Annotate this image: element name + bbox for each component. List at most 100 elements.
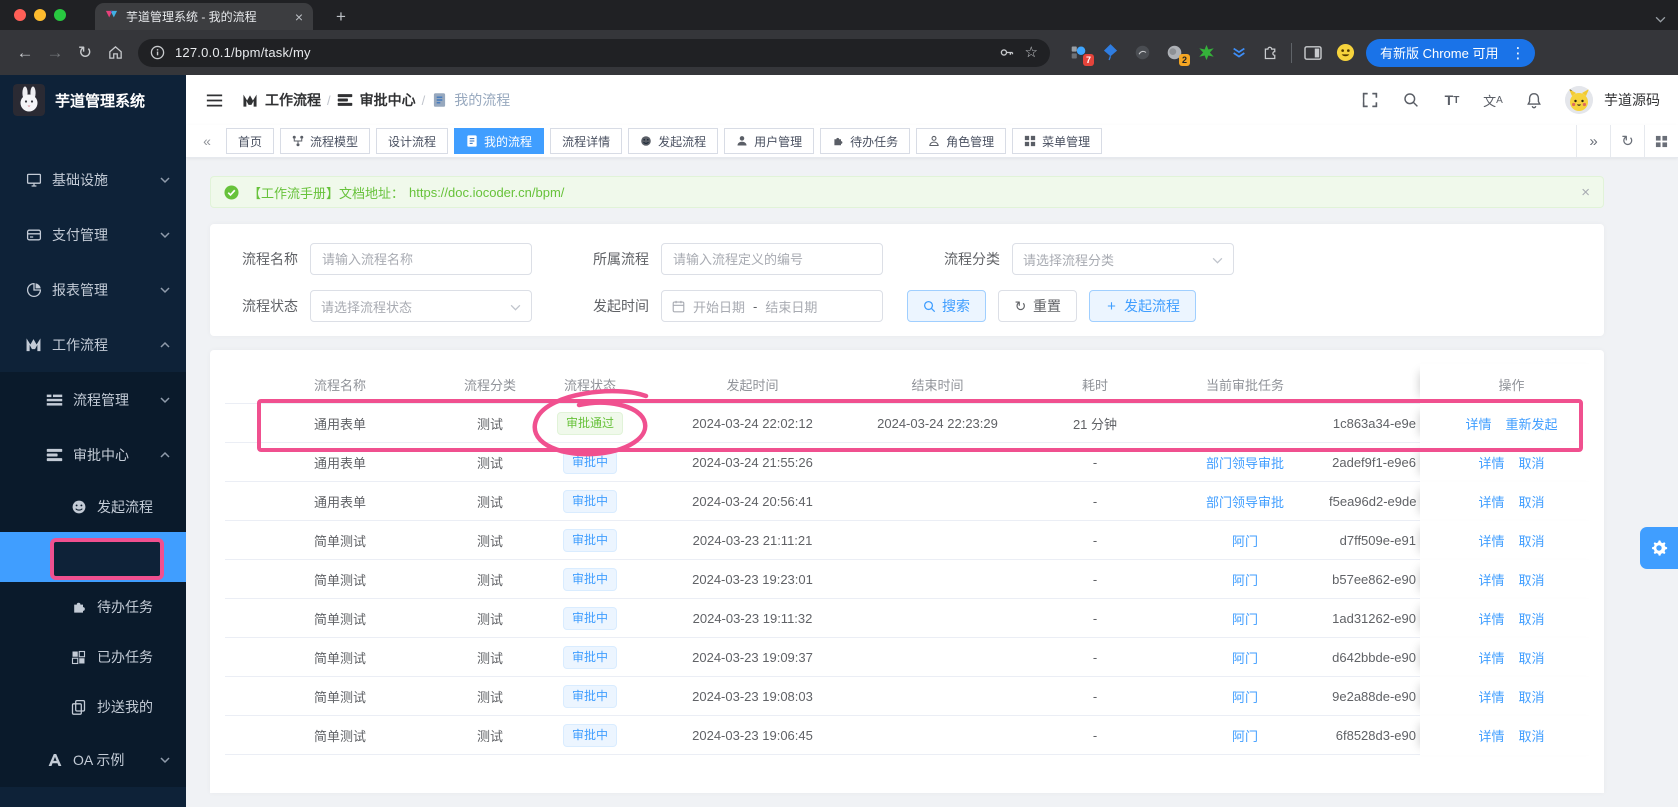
- sidebar-item-process-manage[interactable]: 流程管理: [0, 372, 186, 427]
- sidebar-item-my-process[interactable]: 我的流程: [0, 532, 186, 582]
- tab-menu-manage[interactable]: 菜单管理: [1012, 128, 1103, 154]
- status-select[interactable]: 请选择流程状态: [310, 290, 532, 322]
- date-range-picker[interactable]: 开始日期 - 结束日期: [661, 290, 883, 322]
- tab-design-process[interactable]: 设计流程: [376, 128, 449, 154]
- search-icon[interactable]: [1401, 90, 1421, 110]
- sidebar-item-infrastructure[interactable]: 基础设施: [0, 152, 186, 207]
- action-detail[interactable]: 详情: [1478, 453, 1504, 472]
- table-row[interactable]: 简单测试 测试 审批中 2024-03-23 21:11:21 - 阿门 d7ff509e-…: [225, 521, 1603, 560]
- tab-close-icon[interactable]: ×: [295, 9, 303, 25]
- app-logo-row[interactable]: 芋道管理系统: [0, 75, 186, 125]
- sidebar-item-payment[interactable]: 支付管理: [0, 207, 186, 262]
- extensions-puzzle-icon[interactable]: [1260, 42, 1281, 63]
- tab-search-chevron-icon[interactable]: [1655, 10, 1666, 28]
- home-button[interactable]: [100, 38, 130, 68]
- sidebar-item-oa-demo[interactable]: OA 示例: [0, 732, 186, 787]
- action-cancel[interactable]: 取消: [1519, 726, 1545, 745]
- current-task-link[interactable]: 阿门: [1232, 651, 1258, 666]
- current-task-link[interactable]: 部门领导审批: [1206, 495, 1284, 510]
- alert-close-icon[interactable]: ×: [1581, 184, 1590, 201]
- action-detail[interactable]: 详情: [1465, 414, 1491, 433]
- extension-gray-circle-icon[interactable]: 2: [1164, 42, 1190, 66]
- sidebar-item-cc-me[interactable]: 抄送我的: [0, 682, 186, 732]
- tags-refresh-icon[interactable]: ↻: [1610, 124, 1644, 158]
- breadcrumb-item[interactable]: 审批中心: [337, 90, 416, 110]
- action-detail[interactable]: 详情: [1478, 531, 1504, 550]
- process-name-input[interactable]: [310, 243, 532, 275]
- password-key-icon[interactable]: [998, 44, 1015, 61]
- back-button[interactable]: ←: [10, 38, 40, 68]
- font-size-icon[interactable]: TT: [1442, 90, 1462, 110]
- language-icon[interactable]: 文A: [1483, 90, 1503, 110]
- sidebar-item-workflow[interactable]: 工作流程: [0, 317, 186, 372]
- current-task-link[interactable]: 阿门: [1232, 690, 1258, 705]
- tab-role-manage[interactable]: 角色管理: [916, 128, 1007, 154]
- tags-scroll-left-icon[interactable]: «: [194, 133, 220, 149]
- tab-user-manage[interactable]: 用户管理: [724, 128, 815, 154]
- side-panel-icon[interactable]: [1302, 42, 1323, 63]
- sidebar-item-report[interactable]: 报表管理: [0, 262, 186, 317]
- table-row[interactable]: 简单测试 测试 审批中 2024-03-23 19:23:01 - 阿门 b57ee862-…: [225, 560, 1603, 599]
- table-row[interactable]: 简单测试 测试 审批中 2024-03-23 19:11:32 - 阿门 1ad31262-…: [225, 599, 1603, 638]
- reload-button[interactable]: ↻: [70, 38, 100, 68]
- current-task-link[interactable]: 阿门: [1232, 612, 1258, 627]
- category-select[interactable]: 请选择流程分类: [1012, 243, 1234, 275]
- action-cancel[interactable]: 取消: [1519, 453, 1545, 472]
- zoom-window-button[interactable]: [54, 9, 66, 21]
- tab-process-model[interactable]: 流程模型: [280, 128, 371, 154]
- action-detail[interactable]: 详情: [1478, 609, 1504, 628]
- extension-green-star-icon[interactable]: [1196, 42, 1217, 63]
- fullscreen-icon[interactable]: [1360, 90, 1380, 110]
- notification-bell-icon[interactable]: [1524, 90, 1544, 110]
- current-task-link[interactable]: 阿门: [1232, 573, 1258, 588]
- bookmark-star-icon[interactable]: ☆: [1025, 45, 1038, 60]
- tab-create-process[interactable]: 发起流程: [628, 128, 719, 154]
- action-cancel[interactable]: 取消: [1519, 492, 1545, 511]
- current-task-link[interactable]: 部门领导审批: [1206, 456, 1284, 471]
- site-info-icon[interactable]: [150, 45, 165, 60]
- sidebar-item-done-task[interactable]: 已办任务: [0, 632, 186, 682]
- settings-gear-button[interactable]: [1640, 527, 1678, 569]
- tab-home[interactable]: 首页: [226, 128, 275, 154]
- action-detail[interactable]: 详情: [1478, 492, 1504, 511]
- user-avatar[interactable]: [1565, 86, 1593, 114]
- tab-my-process[interactable]: 我的流程: [454, 128, 545, 154]
- search-button[interactable]: 搜索: [907, 290, 986, 322]
- browser-menu-kebab-icon[interactable]: ⋮: [1506, 44, 1529, 62]
- table-row[interactable]: 通用表单 测试 审批中 2024-03-24 21:55:26 - 部门领导审批 2adef…: [225, 443, 1603, 482]
- action-cancel[interactable]: 取消: [1519, 531, 1545, 550]
- new-tab-button[interactable]: +: [330, 6, 352, 28]
- action-cancel[interactable]: 取消: [1519, 570, 1545, 589]
- tab-process-detail[interactable]: 流程详情: [550, 128, 623, 154]
- forward-button[interactable]: →: [40, 38, 70, 68]
- sidebar-item-approval-center[interactable]: 审批中心: [0, 427, 186, 482]
- table-row[interactable]: 简单测试 测试 审批中 2024-03-23 19:09:37 - 阿门 d642bbde-…: [225, 638, 1603, 677]
- tags-menu-icon[interactable]: [1644, 124, 1678, 158]
- table-row[interactable]: 通用表单 测试 审批中 2024-03-24 20:56:41 - 部门领导审批 f5ea9…: [225, 482, 1603, 521]
- create-process-button[interactable]: + 发起流程: [1089, 290, 1196, 322]
- browser-tab[interactable]: 芋道管理系统 - 我的流程 ×: [95, 3, 313, 30]
- sidebar-item-create-process[interactable]: 发起流程: [0, 482, 186, 532]
- action-cancel[interactable]: 取消: [1519, 648, 1545, 667]
- action-cancel[interactable]: 取消: [1519, 687, 1545, 706]
- action-cancel[interactable]: 取消: [1519, 609, 1545, 628]
- reset-button[interactable]: ↻ 重置: [998, 290, 1077, 322]
- sidebar-item-todo-task[interactable]: 待办任务: [0, 582, 186, 632]
- table-row[interactable]: 简单测试 测试 审批中 2024-03-23 19:08:03 - 阿门 9e2a88de-…: [225, 677, 1603, 716]
- action-restart[interactable]: 重新发起: [1506, 414, 1558, 433]
- tags-scroll-right-icon[interactable]: »: [1576, 124, 1610, 158]
- current-task-link[interactable]: 阿门: [1232, 534, 1258, 549]
- emoji-face-icon[interactable]: [1335, 42, 1356, 63]
- table-row[interactable]: 简单测试 测试 审批中 2024-03-23 19:06:45 - 阿门 6f8528d3-…: [225, 716, 1603, 755]
- action-detail[interactable]: 详情: [1478, 648, 1504, 667]
- table-row[interactable]: 通用表单 测试 审批通过 2024-03-24 22:02:12 2024-03-24 …: [225, 404, 1603, 443]
- collapse-sidebar-icon[interactable]: [204, 90, 224, 110]
- extension-kite-icon[interactable]: [1100, 42, 1121, 63]
- chrome-update-button[interactable]: 有新版 Chrome 可用 ⋮: [1366, 38, 1536, 67]
- current-task-link[interactable]: 阿门: [1232, 729, 1258, 744]
- action-detail[interactable]: 详情: [1478, 726, 1504, 745]
- action-detail[interactable]: 详情: [1478, 570, 1504, 589]
- tab-todo-task[interactable]: 待办任务: [820, 128, 911, 154]
- extension-chevrons-icon[interactable]: [1228, 42, 1249, 63]
- close-window-button[interactable]: [14, 9, 26, 21]
